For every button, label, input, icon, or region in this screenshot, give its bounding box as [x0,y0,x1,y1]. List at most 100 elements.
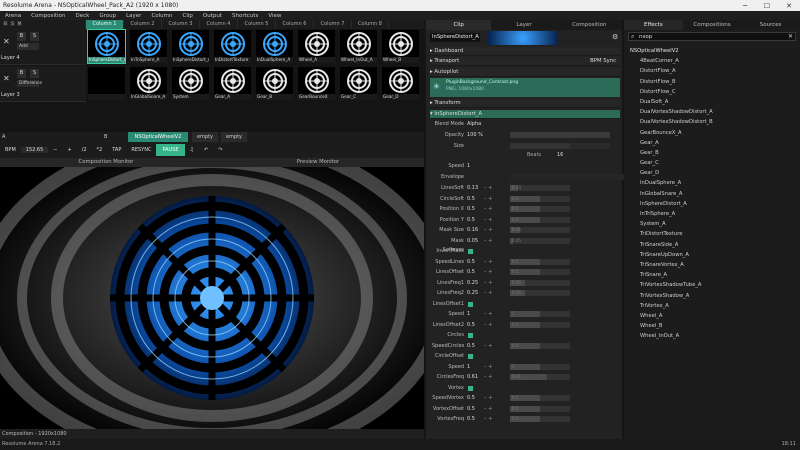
parameter-stepper[interactable]: – + [484,237,492,246]
bpm-double-button[interactable]: *2 [92,147,108,153]
parameter-value[interactable]: 0.5 [467,268,475,277]
parameter-slider[interactable]: 1 [510,363,570,370]
effect-item[interactable]: Wheel_A [630,311,796,321]
tab-layer[interactable]: Layer [491,20,556,30]
parameter-stepper[interactable]: – + [484,289,492,298]
blend-mode-select[interactable]: Alpha [467,120,481,129]
clip-cell[interactable]: System [172,67,209,100]
parameter-slider[interactable]: 0.5 [510,405,570,412]
effect-section[interactable]: ▾ InSphereDistort_A [430,110,620,119]
clip-cell[interactable]: InDistortTexture [214,30,251,63]
bpm-sync-select[interactable]: BPM Sync [590,57,616,66]
parameter-stepper[interactable]: – + [484,373,492,382]
tab-effects[interactable]: Effects [624,20,683,30]
parameter-value[interactable]: 0.5 [467,415,475,424]
maximize-button[interactable]: ☐ [756,2,778,10]
parameter-stepper[interactable]: – + [484,268,492,277]
clip-cell[interactable]: Wheel_A [298,30,335,63]
bpm-plus-button[interactable]: + [62,147,76,153]
envelope-curve[interactable] [510,174,630,180]
parameter-stepper[interactable]: – + [484,258,492,267]
deck-b-label[interactable]: B [104,132,107,142]
column-header-8[interactable]: Column 8 [352,20,389,29]
parameter-slider[interactable]: 0.61 [510,374,570,380]
parameter-slider[interactable]: 0.5 [510,216,570,223]
parameter-toggle[interactable] [468,301,473,307]
parameter-stepper[interactable]: – + [484,279,492,288]
effect-item[interactable]: InSphereDistort_A [630,199,796,209]
clip-cell[interactable]: Wheel_B [382,30,419,63]
parameter-value[interactable]: 1 [467,310,470,319]
clip-cell[interactable]: Wheel_InOut_A [340,30,377,63]
parameter-slider[interactable]: 0.5 [510,395,570,401]
effect-item[interactable]: GearBounceX_A [630,128,796,138]
minimize-button[interactable]: ─ [734,2,756,10]
effect-item[interactable]: TriVortex_A [630,301,796,311]
parameter-value[interactable]: 0.25 [467,279,478,288]
clip-cell[interactable]: InTriSphere_A [130,30,167,63]
effect-item[interactable]: Gear_A [630,138,796,148]
clip-cell[interactable]: InGlobalSnare_A [130,67,167,100]
clip-cell[interactable]: Gear_C [340,67,377,100]
resync-button[interactable]: RESYNC [126,147,156,153]
dashboard-section[interactable]: ▸ Dashboard [430,47,620,56]
clip-cell[interactable] [88,67,125,100]
parameter-slider[interactable]: 0.5 [510,416,570,422]
parameter-value[interactable]: 0.16 [467,226,478,235]
clip-cell[interactable]: Gear_D [382,67,419,100]
effect-item[interactable]: DistortFlow_B [630,77,796,87]
gear-icon[interactable]: ⚙ [612,33,618,41]
column-header-3[interactable]: Column 3 [162,20,200,29]
metronome-icon[interactable]: ♫ [185,147,199,153]
tab-sources[interactable]: Sources [741,20,800,30]
deck-header-s_label[interactable]: S [10,21,15,26]
layer-solo-button[interactable]: S [30,69,39,78]
layer-blend-dropdown[interactable]: Difference [17,80,42,87]
transform-section[interactable]: ▸ Transform [430,99,620,108]
column-header-6[interactable]: Column 6 [276,20,314,29]
tap-button[interactable]: TAP [107,147,126,153]
autopilot-section[interactable]: ▸ Autopilot [430,68,620,77]
parameter-value[interactable]: 0.5 [467,321,475,330]
effect-item[interactable]: InTriSphere_A [630,209,796,219]
clip-cell[interactable]: InSphereDistort_A [87,29,126,64]
deck-header-b_label[interactable]: B [3,21,8,26]
tab-compositions[interactable]: Compositions [682,20,742,30]
parameter-value[interactable]: 0.5 [467,405,475,414]
parameter-slider[interactable]: 0.5 [510,269,570,275]
effect-item[interactable]: Gear_D [630,168,796,178]
clip-cell[interactable]: InSphereDistort_A [172,30,209,63]
parameter-stepper[interactable]: – + [484,226,492,235]
bpm-minus-button[interactable]: − [48,147,62,153]
parameter-stepper[interactable]: – + [484,184,492,193]
effect-item[interactable]: DistortFlow_A [630,66,796,76]
parameter-stepper[interactable]: – + [484,216,492,225]
parameter-stepper[interactable]: – + [484,342,492,351]
tab-clip[interactable]: Clip [426,20,492,30]
clip-name-field[interactable]: InSphereDistort_A [430,33,480,42]
deck-a-label[interactable]: A [2,132,5,142]
parameter-value[interactable]: 0.05 [467,237,478,246]
effect-item[interactable]: Wheel_InOut_A [630,331,796,341]
effect-item[interactable]: TriSnare_A [630,270,796,280]
layer-solo-button[interactable]: S [30,32,39,41]
parameter-value[interactable]: 0.5 [467,394,475,403]
deck-header-m_label[interactable]: M [17,21,22,26]
column-header-5[interactable]: Column 5 [238,20,276,29]
bpm-half-button[interactable]: /2 [77,147,92,153]
parameter-stepper[interactable]: – + [484,363,492,372]
parameter-slider[interactable]: 0.5 [510,195,570,202]
menu-item-group[interactable]: Group [94,13,121,19]
effect-item[interactable]: Gear_C [630,158,796,168]
size-slider[interactable] [510,143,610,149]
effect-item[interactable]: Wheel_B [630,321,796,331]
parameter-value[interactable]: 0.5 [467,258,475,267]
parameter-value[interactable]: 0.5 [467,205,475,214]
parameter-slider[interactable]: 0.13 [510,185,570,191]
effect-item[interactable]: TriSnareUpDown_A [630,250,796,260]
opacity-value[interactable]: 100 % [467,131,483,140]
parameter-stepper[interactable]: – + [484,195,492,204]
clear-search-icon[interactable]: ✕ [788,33,793,40]
deck-tab-empty-1[interactable]: empty [192,132,218,142]
parameter-value[interactable]: 0.5 [467,195,475,204]
